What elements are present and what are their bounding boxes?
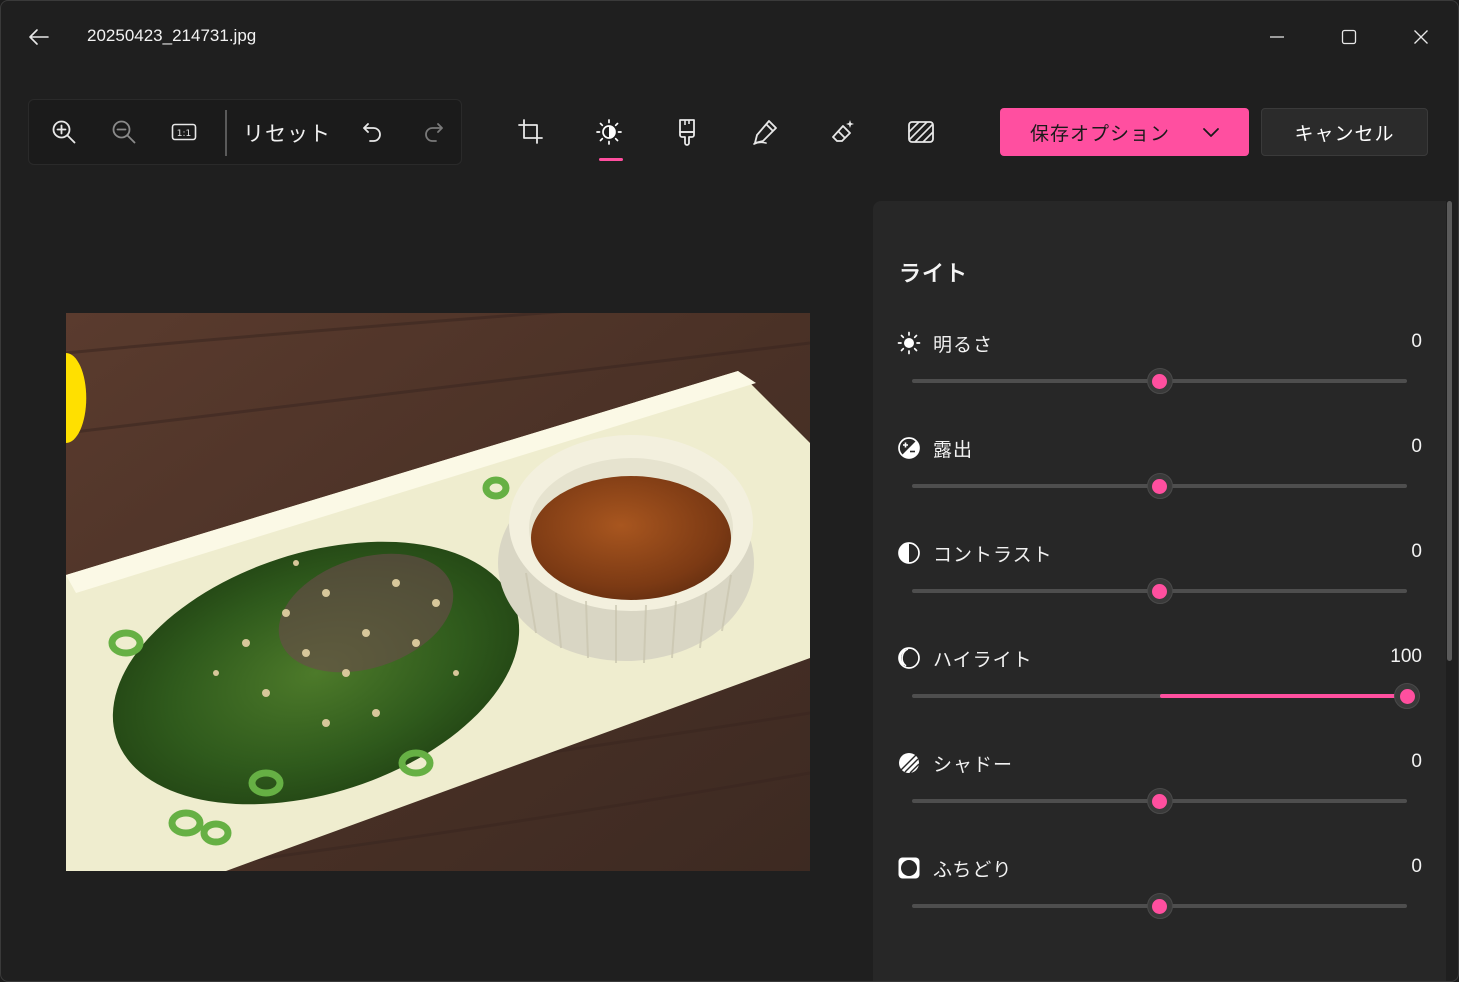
contrast-slider[interactable] [912,578,1407,604]
zoom-in-button[interactable] [44,112,84,152]
minimize-icon [1270,36,1284,38]
highlight-value: 100 [1390,646,1422,667]
back-button[interactable] [19,21,59,53]
zoom-out-icon [112,120,136,144]
adjustment-row-exposure: 露出 0 [873,434,1446,539]
maximize-button[interactable] [1326,19,1372,55]
adjustment-panel: ライト 明るさ 0 露出 0 コントラスト 0 ハイライト 100 シャドー 0… [873,201,1446,981]
active-tab-indicator [599,158,623,161]
slider-thumb[interactable] [1394,683,1420,709]
panel-title: ライト [899,262,969,287]
brightness-label: 明るさ [933,334,994,356]
brightness-icon [895,329,923,357]
adjust-brightness-icon [596,119,622,145]
crop-icon [518,119,543,144]
tab-filter[interactable] [662,107,712,157]
cancel-button[interactable]: キャンセル [1261,108,1428,156]
undo-icon [363,123,381,142]
highlight-label: ハイライト [933,649,1033,671]
highlight-slider[interactable] [912,683,1420,709]
chevron-down-icon [1203,128,1219,137]
zoom-out-button[interactable] [104,112,144,152]
actual-size-button[interactable]: 1:1 [164,112,204,152]
contrast-value: 0 [1411,541,1422,562]
redo-icon [425,123,443,142]
brightness-value: 0 [1411,331,1422,352]
slider-thumb[interactable] [1146,368,1173,394]
shadow-icon [895,749,923,777]
exposure-label: 露出 [933,439,974,461]
window-title: 20250423_214731.jpg [87,26,257,45]
adjustment-row-brightness: 明るさ 0 [873,329,1446,434]
adjustment-row-shadow: シャドー 0 [873,749,1446,854]
redo-button[interactable] [413,112,453,152]
contrast-label: コントラスト [933,544,1053,566]
photo-canvas[interactable] [66,313,810,871]
exposure-icon [895,434,923,462]
tab-markup[interactable] [740,107,790,157]
shadow-label: シャドー [933,754,1014,776]
slider-thumb[interactable] [1146,788,1173,814]
shadow-slider[interactable] [912,788,1407,814]
brightness-slider[interactable] [912,368,1407,394]
toolbar-divider [225,110,227,156]
title-bar: 20250423_214731.jpg [1,1,1458,73]
tab-crop[interactable] [506,107,556,157]
photos-editor-window: 20250423_214731.jpg 1:1 リセット 保存オプション キャン… [0,0,1459,982]
back-arrow-icon [29,29,49,45]
tab-adjust[interactable] [584,107,634,157]
paint-brush-icon [679,119,695,146]
panel-scrollbar[interactable] [1447,201,1452,661]
minimize-button[interactable] [1254,19,1300,55]
tab-erase[interactable] [818,107,868,157]
tab-background[interactable] [896,107,946,157]
adjustment-row-highlight: ハイライト 100 [873,644,1446,749]
maximize-icon [1341,29,1357,45]
reset-button[interactable]: リセット [243,116,331,150]
close-button[interactable] [1398,19,1444,55]
vignette-slider[interactable] [912,893,1407,919]
svg-text:1:1: 1:1 [177,129,191,139]
slider-thumb[interactable] [1146,893,1173,919]
zoom-in-icon [52,120,76,144]
slider-thumb[interactable] [1146,578,1173,604]
close-icon [1414,30,1428,44]
highlight-icon [895,644,923,672]
contrast-icon [895,539,923,567]
shadow-value: 0 [1411,751,1422,772]
slider-thumb[interactable] [1146,473,1173,499]
actual-size-icon: 1:1 [171,123,197,141]
exposure-slider[interactable] [912,473,1407,499]
photo-image [66,313,810,871]
exposure-value: 0 [1411,436,1422,457]
vignette-label: ふちどり [933,859,1013,881]
eraser-sparkle-icon [832,120,854,142]
undo-button[interactable] [353,112,393,152]
vignette-icon [895,854,923,882]
vignette-value: 0 [1411,856,1422,877]
view-toolbar: 1:1 リセット [28,99,462,165]
save-options-label: 保存オプション [1030,122,1171,145]
adjustment-row-vignette: ふちどり 0 [873,854,1446,959]
save-options-button[interactable]: 保存オプション [1000,108,1249,156]
adjustment-row-contrast: コントラスト 0 [873,539,1446,644]
pen-icon [753,120,777,145]
background-blur-icon [908,121,934,143]
